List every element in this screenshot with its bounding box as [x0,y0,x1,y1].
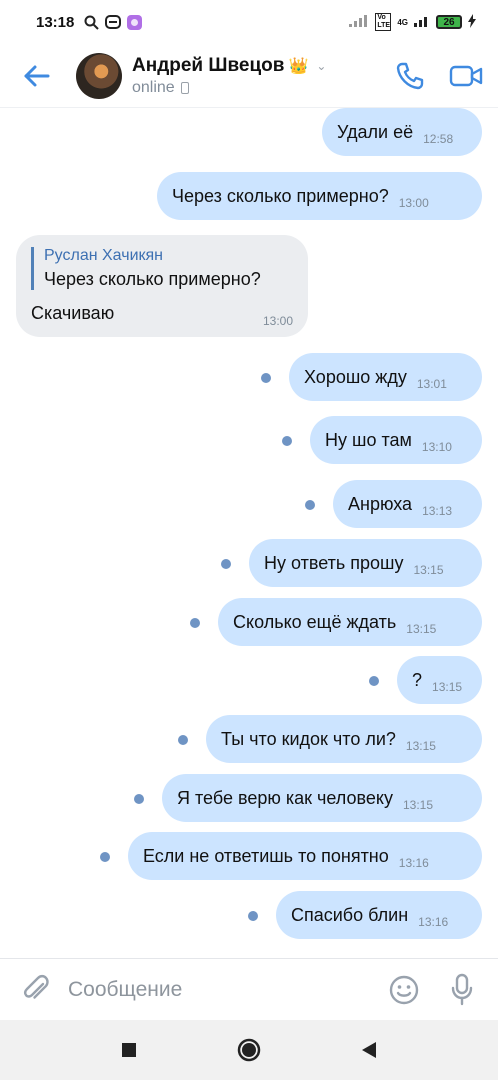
message-text: Удали её [337,121,414,142]
back-nav-button[interactable] [349,1030,389,1070]
message-list[interactable]: Удали её 12:58 Через сколько примерно? 1… [0,108,498,958]
voice-message-button[interactable] [442,970,482,1010]
message-text: ? [412,669,423,690]
message-input[interactable] [68,969,358,1010]
wifi-icon [414,15,430,29]
outgoing-message[interactable]: Ты что кидок что ли? 13:15 [206,715,482,763]
attach-button[interactable] [16,970,56,1010]
network-type: 4G [397,17,408,27]
message-time: 13:15 [402,798,433,812]
message-time: 13:15 [405,739,436,753]
message-text: Ты что кидок что ли? [221,728,396,749]
status-right: Vo LTE 4G 26 [349,13,476,31]
emoji-button[interactable] [384,970,424,1010]
unread-indicator [100,852,110,862]
crown-icon: 👑 [288,57,309,75]
video-camera-icon [449,65,483,87]
recent-apps-button[interactable] [109,1030,149,1070]
message-text: Сколько ещё ждать [233,611,397,632]
outgoing-message[interactable]: Я тебе верю как человеку 13:15 [162,774,482,822]
phone-icon [396,62,424,90]
incoming-message[interactable]: Руслан Хачикян Через сколько примерно? С… [16,235,308,337]
message-text: Я тебе верю как человеку [177,787,393,808]
square-icon [122,1043,136,1057]
outgoing-message[interactable]: Ну шо там 13:10 [310,416,482,464]
contact-name: Андрей Швецов [132,54,285,76]
gallery-icon [127,14,143,30]
search-icon [84,15,100,30]
app-icon [105,15,122,29]
paperclip-icon [23,974,49,999]
chevron-down-icon: ⌄ [316,58,327,73]
charging-icon [468,14,476,30]
microphone-icon [451,973,473,1006]
signal-icon [349,15,369,29]
smile-icon [389,975,419,1005]
online-status: online [132,78,175,96]
unread-indicator [369,676,379,686]
outgoing-message[interactable]: Если не ответишь то понятно 13:16 [128,832,482,880]
message-time: 13:13 [422,504,453,518]
message-time: 13:16 [418,915,449,929]
outgoing-message[interactable]: Ну ответь прошу 13:15 [249,539,482,587]
avatar[interactable] [76,52,122,99]
unread-indicator [221,559,231,569]
message-time: 13:15 [432,680,463,694]
outgoing-message[interactable]: Через сколько примерно? 13:00 [157,172,482,220]
system-navigation-bar [0,1020,498,1080]
message-time: 13:16 [398,856,429,870]
message-time: 13:01 [416,377,447,391]
back-button[interactable] [6,46,66,106]
status-bar: 13:18 Vo LTE 4G 26 [0,0,498,44]
reply-quote[interactable]: Руслан Хачикян Через сколько примерно? [31,247,293,290]
outgoing-message[interactable]: Анрюха 13:13 [333,480,482,528]
message-text: Хорошо жду [304,366,407,387]
unread-indicator [248,911,258,921]
outgoing-message[interactable]: Удали её 12:58 [322,108,482,156]
message-time: 13:00 [262,314,293,328]
unread-indicator [305,500,315,510]
message-text: Спасибо блин [291,904,409,925]
outgoing-message[interactable]: Спасибо блин 13:16 [276,891,482,939]
message-composer [0,958,498,1020]
status-time: 13:18 [36,13,75,31]
message-time: 13:15 [406,622,437,636]
volte-badge: Vo LTE [375,13,392,31]
home-button[interactable] [229,1030,269,1070]
message-text: Ну ответь прошу [264,552,404,573]
reply-author: Руслан Хачикян [44,247,163,264]
circle-icon [237,1038,261,1062]
unread-indicator [178,735,188,745]
battery-indicator: 26 [436,15,462,29]
message-text: Скачиваю [31,302,115,323]
unread-indicator [261,373,271,383]
mobile-icon [180,81,189,94]
chat-screen: 13:18 Vo LTE 4G 26 Андрей Швецов 👑 ⌄ onl… [0,0,498,1080]
unread-indicator [190,618,200,628]
call-button[interactable] [390,56,430,96]
message-text: Если не ответишь то понятно [143,845,389,866]
message-text: Через сколько примерно? [172,185,389,206]
triangle-back-icon [362,1042,376,1058]
message-time: 13:10 [421,440,452,454]
outgoing-message[interactable]: Хорошо жду 13:01 [289,353,482,401]
message-time: 13:00 [398,196,429,210]
message-time: 13:15 [413,563,444,577]
outgoing-message[interactable]: ? 13:15 [397,656,482,704]
unread-indicator [134,794,144,804]
outgoing-message[interactable]: Сколько ещё ждать 13:15 [218,598,482,646]
unread-indicator [282,436,292,446]
message-text: Ну шо там [325,429,412,450]
arrow-left-icon [24,65,50,86]
message-time: 12:58 [423,132,454,146]
chat-header: Андрей Швецов 👑 ⌄ online [0,44,498,108]
message-text: Анрюха [348,493,413,514]
video-call-button[interactable] [444,56,488,96]
reply-text: Через сколько примерно? [44,269,261,289]
contact-info[interactable]: Андрей Швецов 👑 ⌄ online [132,55,326,97]
